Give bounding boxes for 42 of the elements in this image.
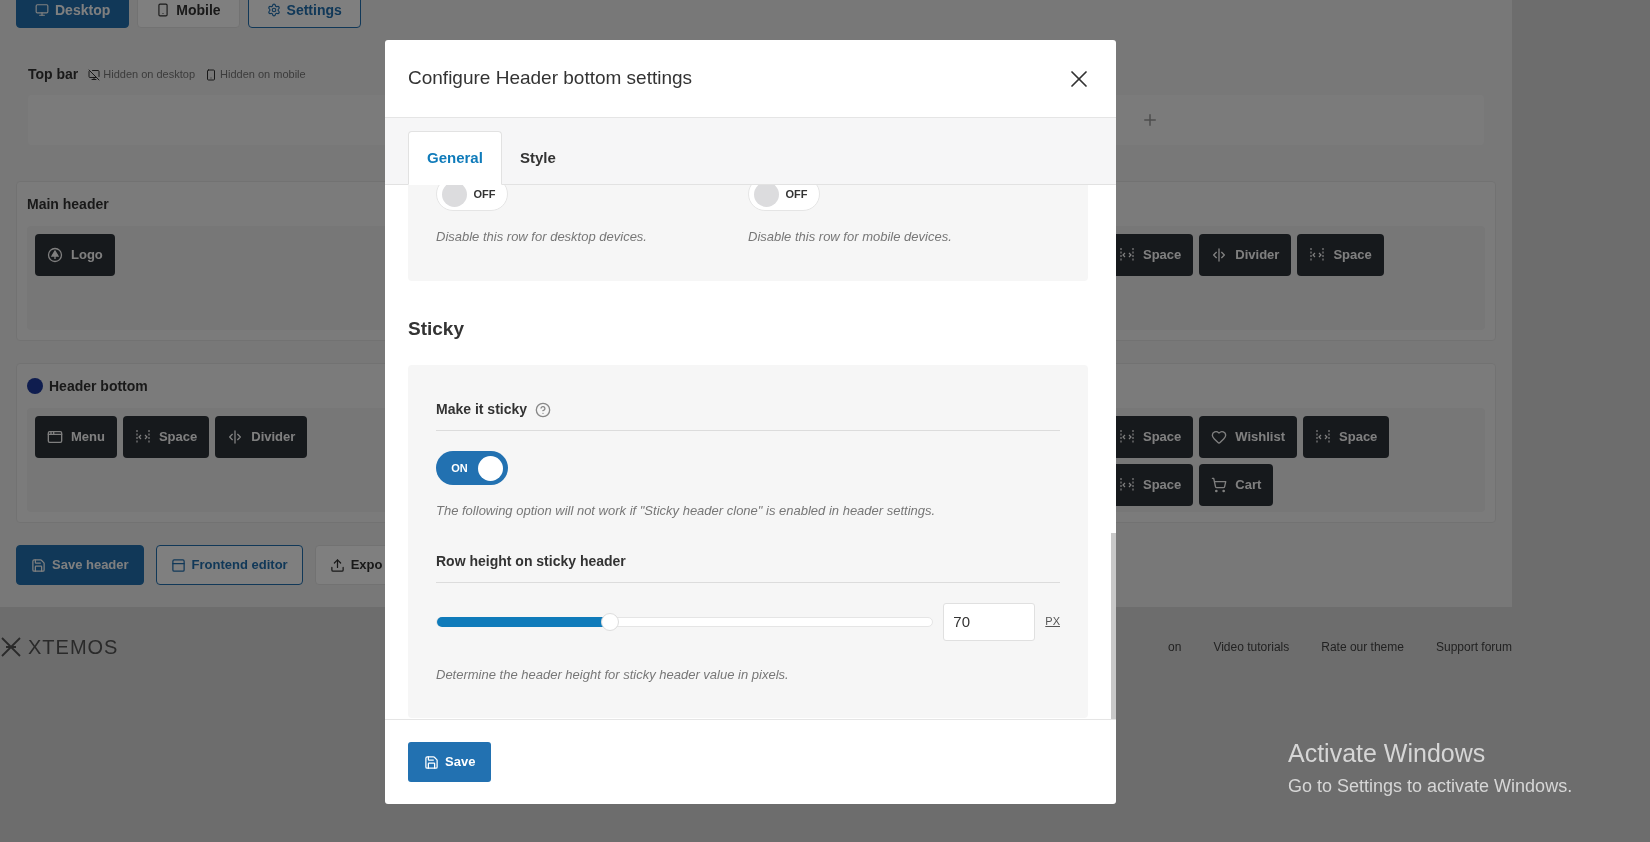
action-button[interactable]: Frontend editor: [155, 545, 303, 585]
field-label: Row height on sticky header: [436, 550, 1060, 583]
action-button[interactable]: Save header: [16, 545, 144, 585]
row-title: Top bar: [28, 65, 79, 84]
view-tab[interactable]: Mobile: [137, 0, 240, 28]
element-chip[interactable]: Cart: [1199, 464, 1274, 506]
section-title: Sticky: [408, 316, 465, 341]
unit-label: PX: [1045, 614, 1060, 630]
dialog-title: Configure Header bottom settings: [408, 66, 693, 91]
element-chip[interactable]: Logo: [35, 234, 115, 276]
element-chip[interactable]: Wishlist: [1199, 416, 1298, 458]
element-chip[interactable]: Space: [1297, 234, 1384, 276]
element-chip[interactable]: Menu: [35, 416, 117, 458]
help-text: Disable this row for desktop devices.: [436, 228, 648, 246]
save-button[interactable]: Save: [408, 742, 492, 782]
footer-link[interactable]: on: [1168, 638, 1182, 656]
element-chip[interactable]: Divider: [215, 416, 308, 458]
field-label: Make it sticky: [436, 400, 528, 419]
activation-title: Activate Windows: [1288, 738, 1487, 769]
help-text: Determine the header height for sticky header value in pixels.: [436, 665, 790, 684]
row-title: Header bottom: [49, 376, 148, 396]
view-tab[interactable]: Settings: [247, 0, 361, 28]
footer-link[interactable]: Support forum: [1435, 638, 1512, 656]
view-tab[interactable]: Desktop: [16, 0, 130, 28]
dialog-tab[interactable]: General: [408, 131, 502, 185]
help-text: Disable this row for mobile devices.: [748, 228, 953, 246]
toggle-switch[interactable]: ON: [436, 451, 508, 485]
element-chip[interactable]: Space: [122, 416, 210, 458]
activation-subtitle: Go to Settings to activate Windows.: [1288, 774, 1573, 798]
brand-logo: XTEMOS: [0, 632, 119, 662]
toggle-switch[interactable]: OFF: [436, 185, 508, 211]
footer-link[interactable]: Video tutorials: [1213, 638, 1290, 656]
visibility-label: Hidden on mobile: [220, 67, 306, 83]
help-text: The following option will not work if "Sticky header clone" is enabled in header settings.: [436, 502, 937, 520]
element-chip[interactable]: Space: [1303, 416, 1390, 458]
row-title: Main header: [27, 194, 109, 214]
element-chip[interactable]: Divider: [1199, 234, 1292, 276]
footer-link[interactable]: Rate our theme: [1321, 638, 1404, 656]
dialog-tab[interactable]: Style: [501, 131, 574, 185]
visibility-label: Hidden on desktop: [103, 67, 196, 83]
toggle-switch[interactable]: OFF: [748, 185, 820, 211]
number-input[interactable]: 70: [943, 602, 1036, 641]
